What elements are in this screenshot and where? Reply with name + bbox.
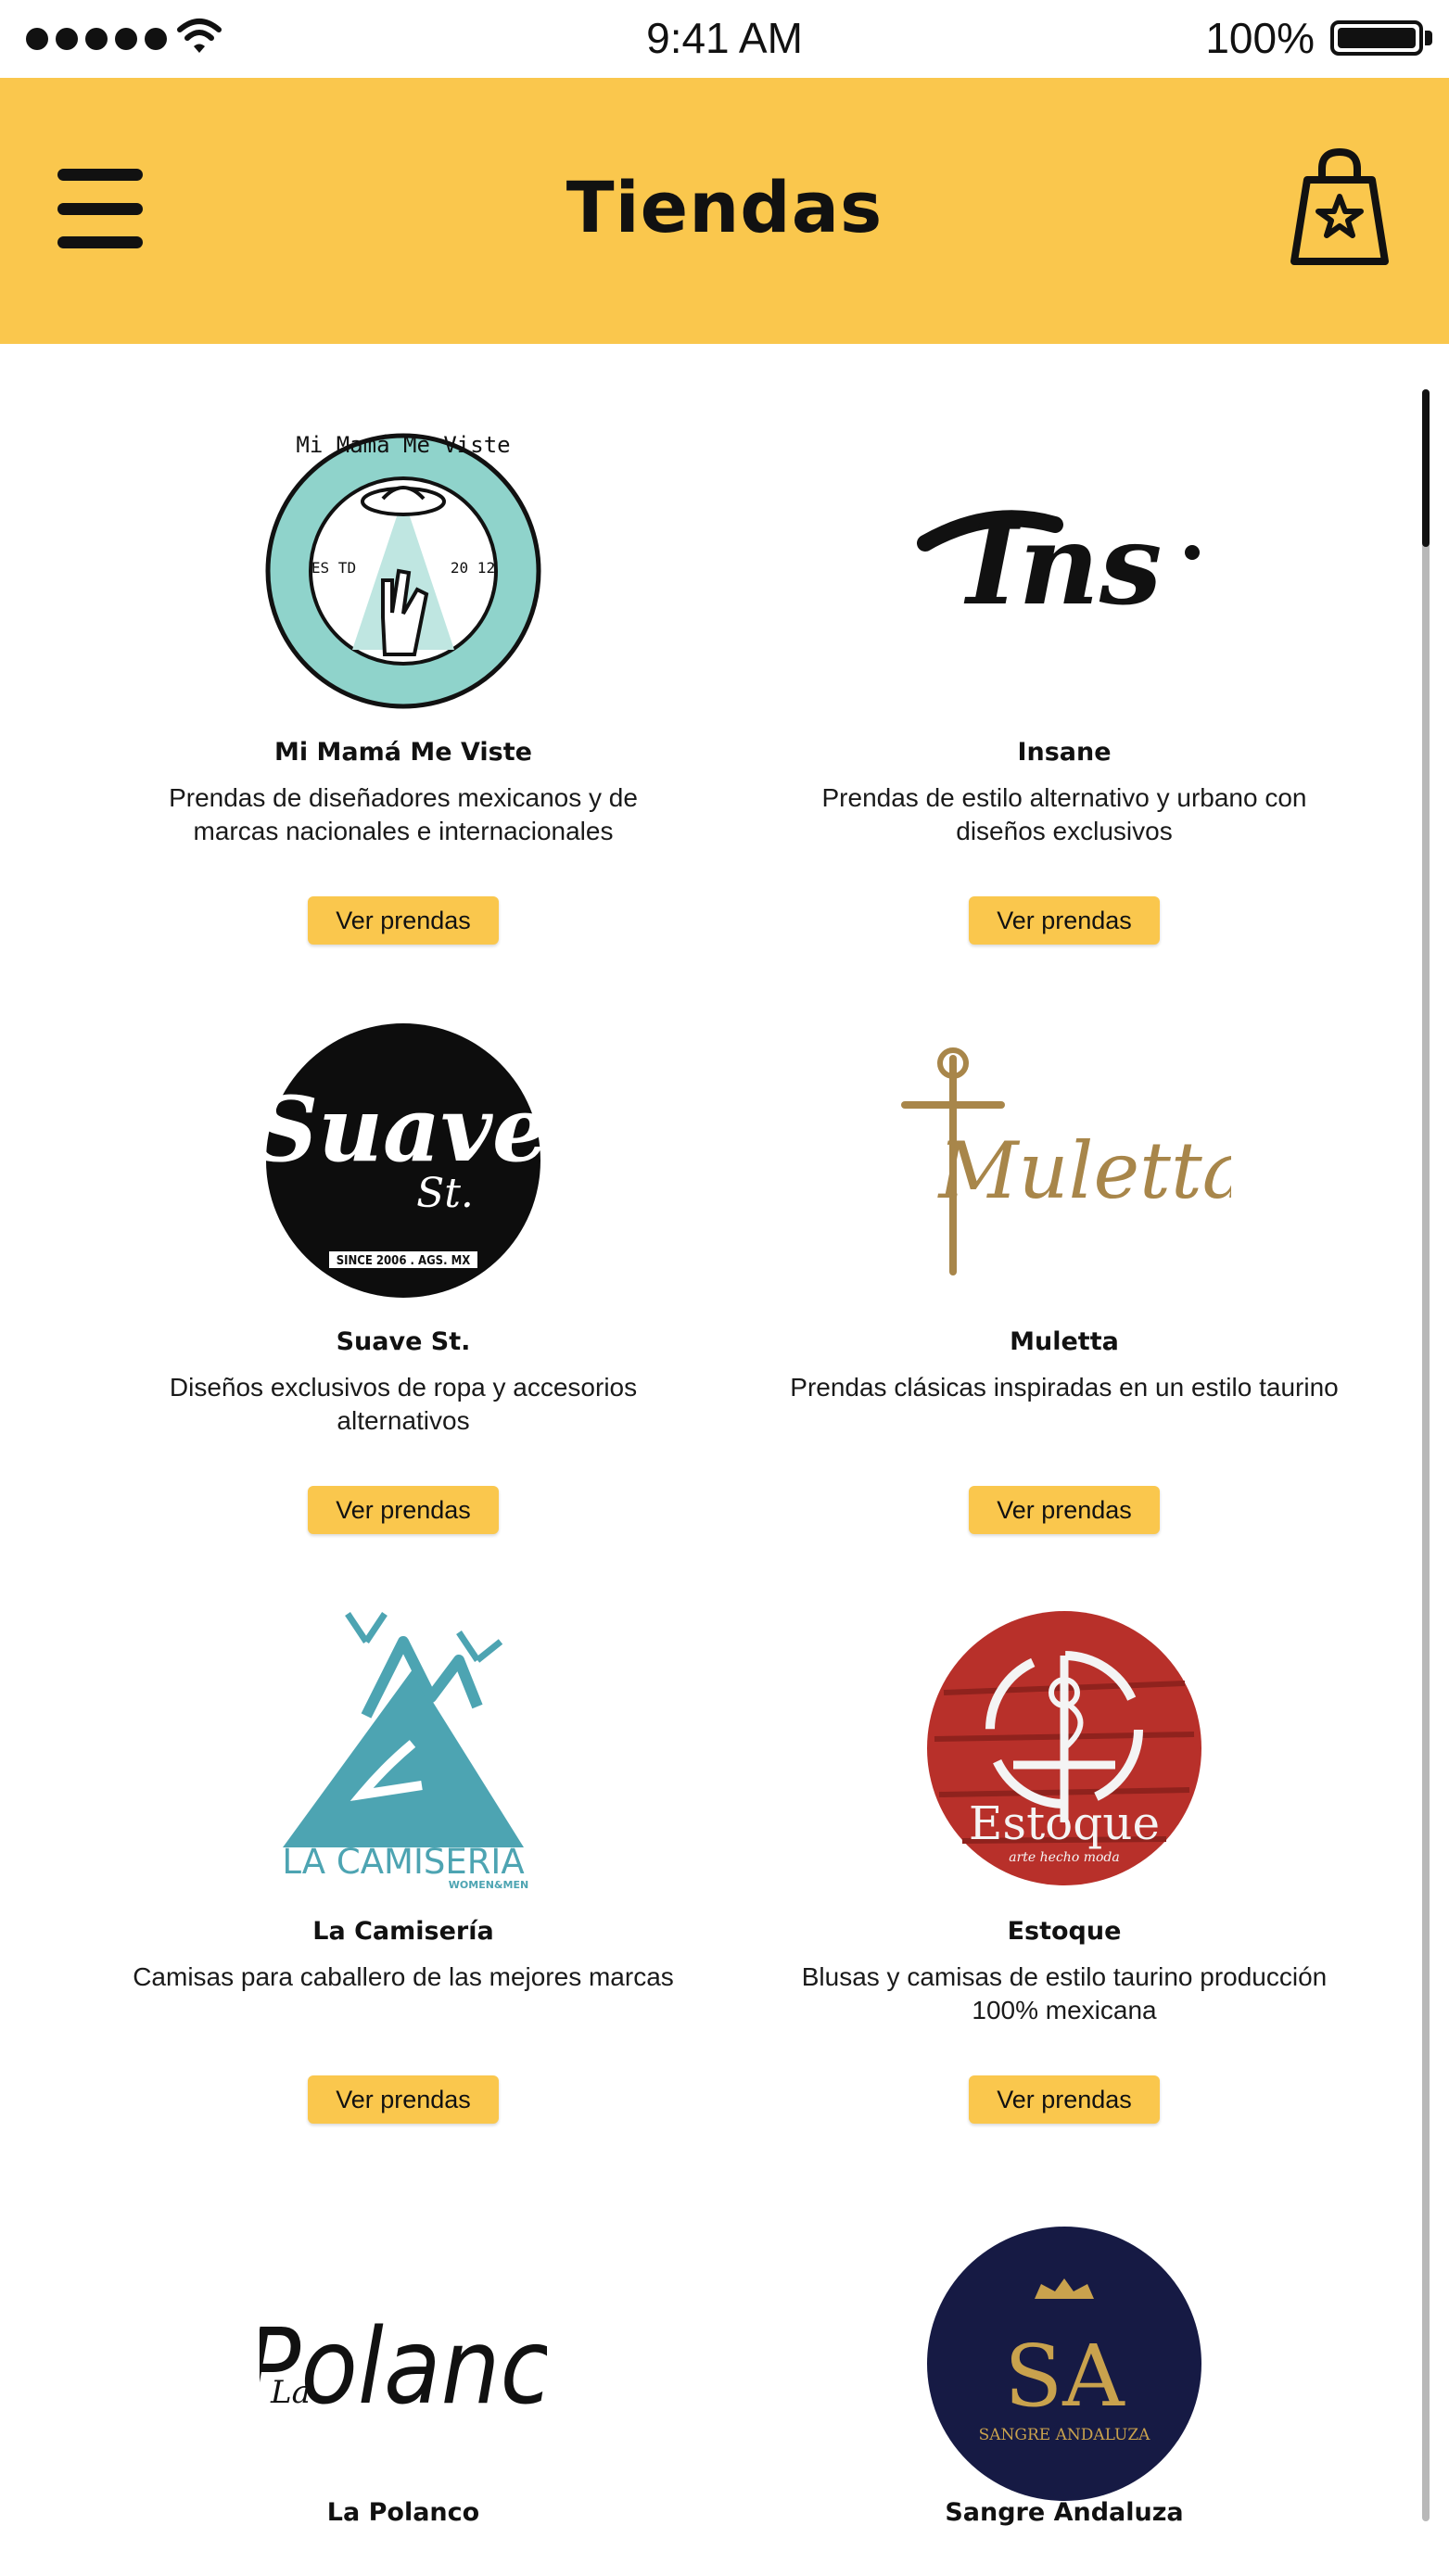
battery-tip xyxy=(1425,31,1432,45)
view-clothes-button[interactable]: Ver prendas xyxy=(969,896,1160,945)
view-clothes-button[interactable]: Ver prendas xyxy=(308,2075,499,2124)
store-logo-muletta[interactable]: Muletta. xyxy=(749,1017,1379,1304)
logo-text: Ins xyxy=(964,500,1163,630)
logo-text: Polanco xyxy=(260,2307,547,2428)
logo-text: Muletta. xyxy=(937,1125,1231,1216)
battery-icon xyxy=(1330,20,1423,56)
store-logo-suave-st[interactable]: Suave St. SINCE 2006 . AGS. MX xyxy=(88,1017,718,1304)
store-logo-estoque[interactable]: Estoque arte hecho moda xyxy=(749,1605,1379,1892)
logo-text: Suave xyxy=(264,1077,542,1182)
logo-womenmen-text: WOMEN&MEN xyxy=(449,1879,528,1891)
view-clothes-button[interactable]: Ver prendas xyxy=(308,1486,499,1534)
store-description: Blusas y camisas de estilo taurino produ… xyxy=(801,1962,1328,2024)
store-description: Prendas de diseñadores mexicanos y de ma… xyxy=(169,783,638,845)
store-logo-la-polanco[interactable]: La Polanco xyxy=(88,2220,718,2507)
store-name: La Camisería xyxy=(312,1917,494,1946)
scrollbar-track[interactable] xyxy=(1422,389,1430,2521)
scrollbar-thumb[interactable] xyxy=(1422,389,1430,547)
logo-text: SANGRE ANDALUZA xyxy=(979,2426,1151,2444)
logo-monogram-text: SA xyxy=(1004,2327,1125,2426)
store-logo-mi-mama-me-viste[interactable]: Mi Mamá Me Viste ES TD 20 12 xyxy=(88,427,718,715)
view-clothes-button[interactable]: Ver prendas xyxy=(969,2075,1160,2124)
status-bar: 9:41 AM 100% xyxy=(0,0,1449,78)
store-description: Camisas para caballero de las mejores ma… xyxy=(133,1962,674,1991)
store-name: Estoque xyxy=(1007,1917,1122,1946)
logo-text: Mi Mamá Me Viste xyxy=(296,432,510,458)
logo-st-text: St. xyxy=(416,1170,474,1217)
page-title: Tiendas xyxy=(566,166,883,248)
logo-since-text: SINCE 2006 . AGS. MX xyxy=(337,1254,471,1268)
store-logo-sangre-andaluza[interactable]: SA SANGRE ANDALUZA xyxy=(749,2220,1379,2507)
store-description: Prendas clásicas inspiradas en un estilo… xyxy=(790,1373,1339,1402)
store-name: Mi Mamá Me Viste xyxy=(274,738,532,767)
store-description: Prendas de estilo alternativo y urbano c… xyxy=(821,783,1307,845)
logo-est-text: ES TD xyxy=(311,559,356,577)
app-header: Tiendas xyxy=(0,78,1449,344)
store-name: Muletta xyxy=(1010,1327,1119,1356)
store-logo-insane[interactable]: Ins xyxy=(749,427,1379,715)
logo-text: LA CAMISERÍA xyxy=(282,1841,524,1882)
view-clothes-button[interactable]: Ver prendas xyxy=(308,896,499,945)
logo-tagline-text: arte hecho moda xyxy=(1009,1850,1119,1865)
store-logo-la-camiseria[interactable]: LA CAMISERÍA WOMEN&MEN xyxy=(88,1605,718,1892)
view-clothes-button[interactable]: Ver prendas xyxy=(969,1486,1160,1534)
store-name: Insane xyxy=(1017,738,1112,767)
store-name: Suave St. xyxy=(336,1327,471,1356)
shopping-bag-star-icon[interactable] xyxy=(1289,148,1391,269)
battery-percentage: 100% xyxy=(1205,14,1315,62)
store-description: Diseños exclusivos de ropa y accesorios … xyxy=(169,1373,638,1435)
logo-text: Estoque xyxy=(969,1796,1160,1850)
store-name: La Polanco xyxy=(326,2498,480,2527)
store-name: Sangre Andaluza xyxy=(945,2498,1184,2527)
logo-year-text: 20 12 xyxy=(451,559,495,577)
